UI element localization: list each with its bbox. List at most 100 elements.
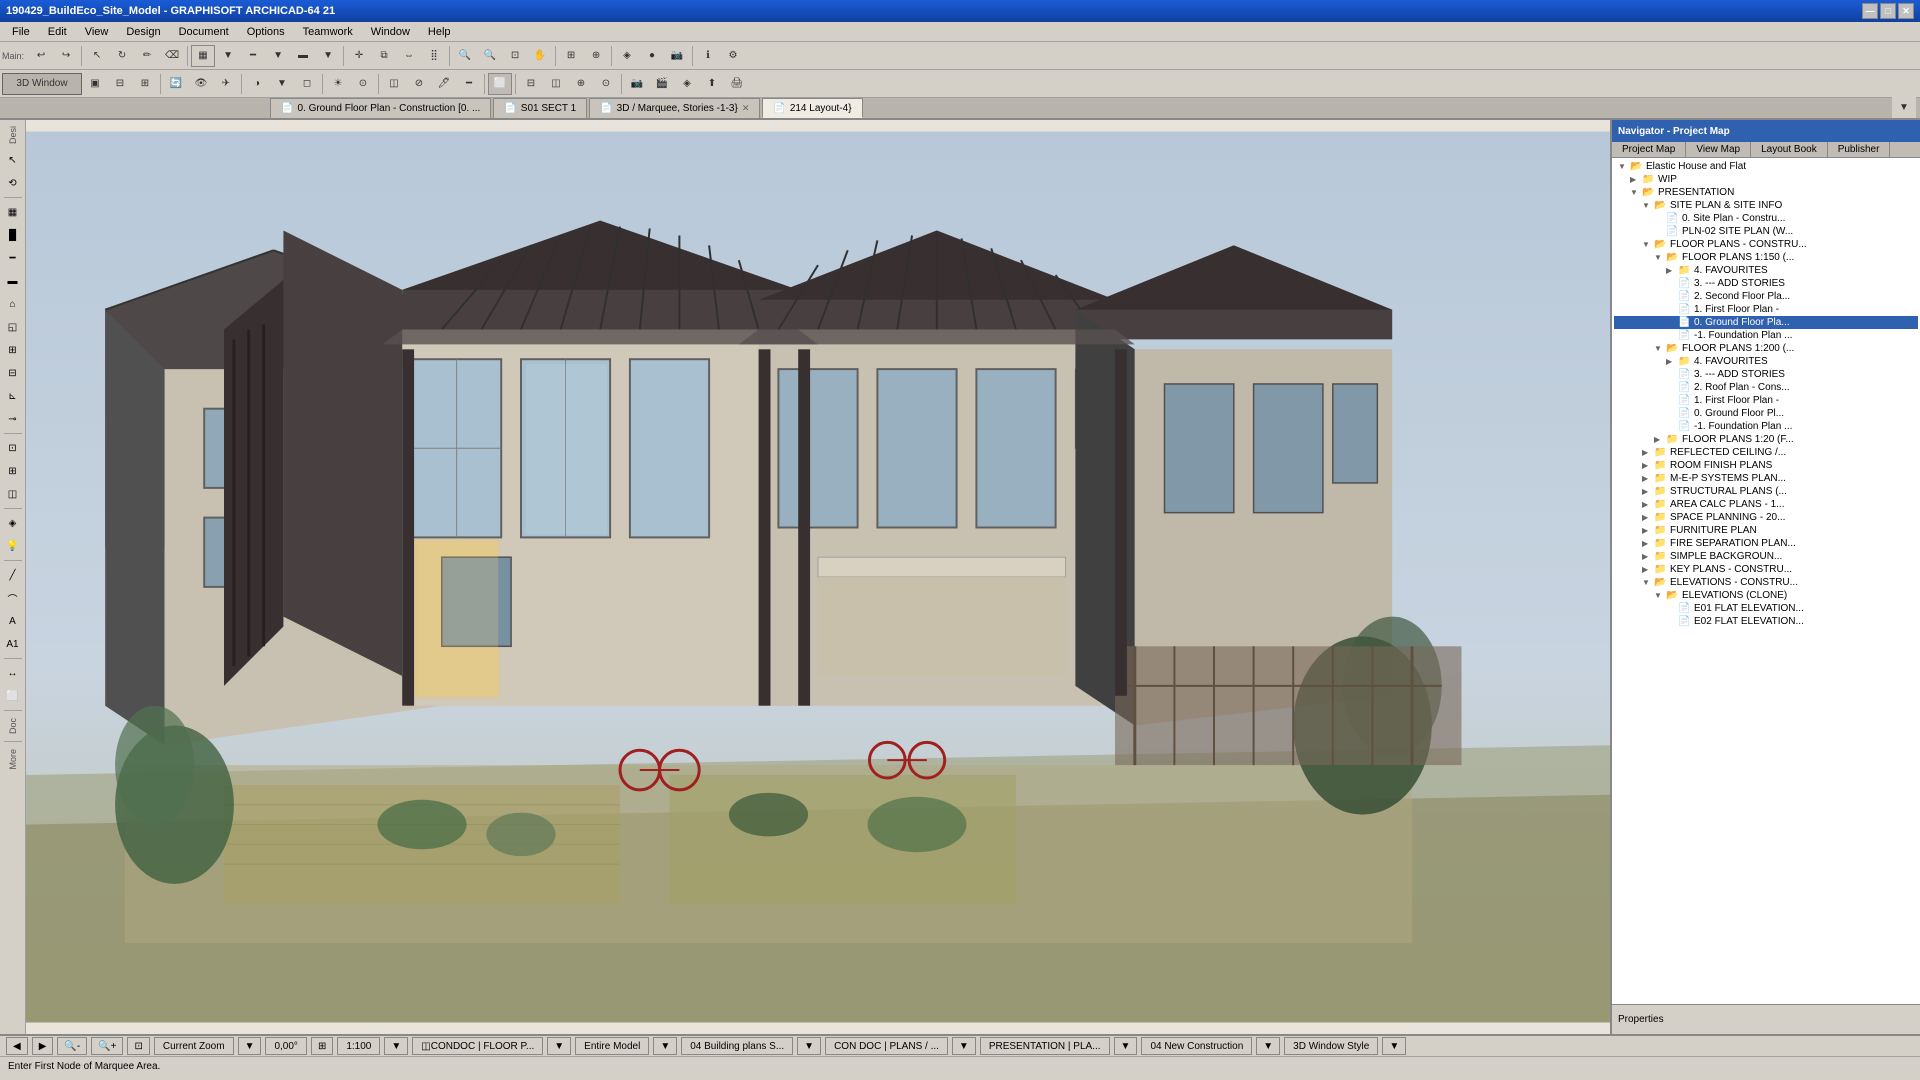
- building-plans-drop[interactable]: ▼: [797, 1037, 821, 1055]
- tree-item[interactable]: ▶📁SPACE PLANNING - 20...: [1614, 511, 1918, 524]
- label-ltb[interactable]: A1: [2, 633, 24, 655]
- properties-btn[interactable]: ⚙: [721, 45, 745, 67]
- slab-drop[interactable]: ▼: [316, 45, 340, 67]
- tree-item[interactable]: ▶📁FLOOR PLANS 1:20 (F...: [1614, 433, 1918, 446]
- tab-s01[interactable]: 📄 S01 SECT 1: [493, 98, 587, 118]
- publish-btn[interactable]: ⬆: [700, 73, 724, 95]
- stories-drop[interactable]: ▼: [653, 1037, 677, 1055]
- railing-ltb[interactable]: ⊸: [2, 408, 24, 430]
- shade-drop[interactable]: ▼: [270, 73, 294, 95]
- zoom-out-btn[interactable]: 🔍: [478, 45, 502, 67]
- copy-tool[interactable]: ⧉: [372, 45, 396, 67]
- line-btn[interactable]: ━: [457, 73, 481, 95]
- tree-item[interactable]: 📄3. --- ADD STORIES: [1614, 277, 1918, 290]
- menu-design[interactable]: Design: [118, 25, 168, 39]
- clock-btn[interactable]: ⊙: [594, 73, 618, 95]
- status-nav-back[interactable]: ◀: [6, 1037, 28, 1055]
- walk-btn[interactable]: 👁: [189, 73, 213, 95]
- filter-btn[interactable]: ⊟: [519, 73, 543, 95]
- con-doc-drop[interactable]: ▼: [952, 1037, 976, 1055]
- menu-help[interactable]: Help: [420, 25, 459, 39]
- tab-nav-btn[interactable]: ▼: [1892, 96, 1916, 118]
- print-btn[interactable]: 🖨: [725, 73, 749, 95]
- panel-tab-layout[interactable]: Layout Book: [1751, 142, 1828, 157]
- viewport[interactable]: [26, 120, 1610, 1034]
- pencil-tool[interactable]: ✏: [135, 45, 159, 67]
- slab-tool[interactable]: ▬: [291, 45, 315, 67]
- shadow-btn[interactable]: ⊙: [351, 73, 375, 95]
- presentation-drop[interactable]: ▼: [1114, 1037, 1138, 1055]
- tree-item[interactable]: ▶📁REFLECTED CEILING /...: [1614, 446, 1918, 459]
- undo-btn[interactable]: ↩: [29, 45, 53, 67]
- properties-panel[interactable]: Properties: [1612, 1004, 1920, 1034]
- zoom-in-btn[interactable]: 🔍: [453, 45, 477, 67]
- menu-teamwork[interactable]: Teamwork: [295, 25, 361, 39]
- tree-item[interactable]: 📄1. First Floor Plan -: [1614, 394, 1918, 407]
- menu-file[interactable]: File: [4, 25, 38, 39]
- tree-item[interactable]: ▼📂PRESENTATION: [1614, 186, 1918, 199]
- tree-item[interactable]: ▶📁SIMPLE BACKGROUN...: [1614, 550, 1918, 563]
- status-nav-fwd[interactable]: ▶: [32, 1037, 54, 1055]
- tab-3d[interactable]: 📄 3D / Marquee, Stories -1-3} ✕: [589, 98, 760, 118]
- render-btn[interactable]: ●: [640, 45, 664, 67]
- lamp-ltb[interactable]: 💡: [2, 535, 24, 557]
- shell-ltb[interactable]: ◱: [2, 316, 24, 338]
- pan-btn[interactable]: ✋: [528, 45, 552, 67]
- layer-segment[interactable]: ◫ CONDOC | FLOOR P...: [412, 1037, 543, 1055]
- zoom-in-status[interactable]: 🔍+: [91, 1037, 123, 1055]
- object-ltb[interactable]: ◈: [2, 512, 24, 534]
- menu-options[interactable]: Options: [239, 25, 293, 39]
- building-plans-segment[interactable]: 04 Building plans S...: [681, 1037, 793, 1055]
- eraser-tool[interactable]: ⌫: [160, 45, 184, 67]
- pline-tool[interactable]: ⊞: [311, 1037, 333, 1055]
- presentation-segment[interactable]: PRESENTATION | PLA...: [980, 1037, 1110, 1055]
- project-tree[interactable]: ▼📂Elastic House and Flat▶📁WIP▼📂PRESENTAT…: [1612, 158, 1920, 1004]
- minimize-btn[interactable]: —: [1862, 3, 1878, 19]
- tree-item[interactable]: ▶📁FURNITURE PLAN: [1614, 524, 1918, 537]
- wall-drop[interactable]: ▼: [216, 45, 240, 67]
- fit-window-status[interactable]: ⊡: [127, 1037, 149, 1055]
- window-ltb[interactable]: ⊞: [2, 460, 24, 482]
- wireframe-btn[interactable]: ◻: [295, 73, 319, 95]
- section-btn[interactable]: ⊟: [108, 73, 132, 95]
- panel-tab-publisher[interactable]: Publisher: [1828, 142, 1891, 157]
- fit-btn[interactable]: ⊡: [503, 45, 527, 67]
- tab-layout-4[interactable]: 📄 214 Layout-4}: [762, 98, 862, 118]
- tree-item[interactable]: 📄3. --- ADD STORIES: [1614, 368, 1918, 381]
- scale-drop[interactable]: ▼: [384, 1037, 408, 1055]
- tree-item[interactable]: 📄PLN-02 SITE PLAN (W...: [1614, 225, 1918, 238]
- tree-item[interactable]: 📄-1. Foundation Plan ...: [1614, 329, 1918, 342]
- movie-btn[interactable]: 🎬: [650, 73, 674, 95]
- tree-item[interactable]: ▶📁4. FAVOURITES: [1614, 264, 1918, 277]
- menu-document[interactable]: Document: [171, 25, 237, 39]
- wall-ltb[interactable]: ▦: [2, 201, 24, 223]
- menu-view[interactable]: View: [77, 25, 117, 39]
- tree-item[interactable]: ▶📁WIP: [1614, 173, 1918, 186]
- tree-item[interactable]: ▼📂FLOOR PLANS - CONSTRU...: [1614, 238, 1918, 251]
- panel-tab-project[interactable]: Project Map: [1612, 142, 1686, 157]
- window-controls[interactable]: — □ ✕: [1862, 3, 1914, 19]
- tree-item[interactable]: ▶📁STRUCTURAL PLANS (...: [1614, 485, 1918, 498]
- layer-vis-btn[interactable]: ◫: [382, 73, 406, 95]
- 3d-view-btn[interactable]: ◈: [615, 45, 639, 67]
- beam-drop[interactable]: ▼: [266, 45, 290, 67]
- panel-tab-view[interactable]: View Map: [1686, 142, 1751, 157]
- sun-btn[interactable]: ☀: [326, 73, 350, 95]
- beam-tool[interactable]: ━: [241, 45, 265, 67]
- slab-ltb[interactable]: ▬: [2, 270, 24, 292]
- curtainwall-ltb[interactable]: ⊟: [2, 362, 24, 384]
- compass-btn[interactable]: ⊕: [569, 73, 593, 95]
- tree-item[interactable]: 📄0. Ground Floor Pl...: [1614, 407, 1918, 420]
- move-tool[interactable]: ✛: [347, 45, 371, 67]
- info-btn[interactable]: ℹ: [696, 45, 720, 67]
- pen-btn[interactable]: 🖊: [432, 73, 456, 95]
- menu-window[interactable]: Window: [363, 25, 418, 39]
- tree-item[interactable]: ▶📁AREA CALC PLANS - 1...: [1614, 498, 1918, 511]
- layer-drop[interactable]: ▼: [547, 1037, 571, 1055]
- con-doc-segment[interactable]: CON DOC | PLANS / ...: [825, 1037, 948, 1055]
- close-btn[interactable]: ✕: [1898, 3, 1914, 19]
- tree-item[interactable]: ▶📁4. FAVOURITES: [1614, 355, 1918, 368]
- snap-btn[interactable]: ⊕: [584, 45, 608, 67]
- element-vis-btn[interactable]: ⊘: [407, 73, 431, 95]
- stair-ltb[interactable]: ⊾: [2, 385, 24, 407]
